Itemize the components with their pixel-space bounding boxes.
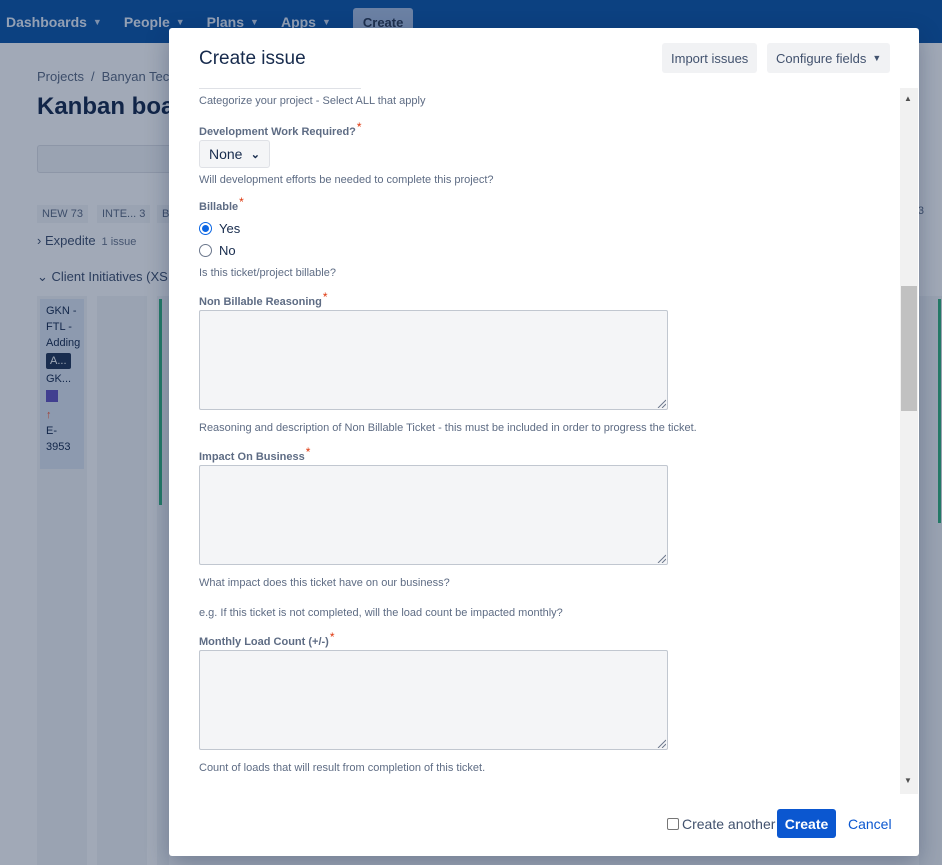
create-another-checkbox[interactable] [667, 818, 679, 830]
billable-yes-label: Yes [219, 221, 241, 236]
dialog-scrollbar[interactable]: ▲ ▼ [900, 88, 918, 794]
impact-textarea[interactable] [199, 465, 668, 565]
load-count-label-text: Monthly Load Count (+/-) [199, 636, 329, 648]
resize-grip-icon[interactable] [656, 398, 666, 408]
configure-fields-button[interactable]: Configure fields ▼ [767, 43, 891, 73]
load-count-label: Monthly Load Count (+/-)* [199, 630, 335, 648]
impact-help-text: What impact does this ticket have on our… [199, 577, 450, 589]
scroll-up-arrow-icon[interactable]: ▲ [904, 94, 912, 103]
chevron-down-icon: ⌄ [250, 148, 260, 161]
categorize-help-text: Categorize your project - Select ALL tha… [199, 95, 426, 107]
create-button[interactable]: Create [777, 809, 836, 838]
impact-label: Impact On Business* [199, 445, 310, 463]
impact-example-text: e.g. If this ticket is not completed, wi… [199, 607, 563, 619]
dev-work-help-text: Will development efforts be needed to co… [199, 174, 494, 186]
dialog-title: Create issue [199, 48, 306, 69]
required-marker: * [322, 290, 328, 304]
create-another-label: Create another [682, 816, 776, 832]
create-another-option[interactable]: Create another [667, 816, 775, 832]
billable-no-option[interactable]: No [199, 243, 236, 258]
import-issues-label: Import issues [671, 50, 749, 66]
billable-label: Billable* [199, 195, 244, 213]
create-issue-dialog: Create issue Import issues Configure fie… [169, 28, 919, 856]
required-marker: * [305, 445, 311, 459]
impact-label-text: Impact On Business [199, 451, 305, 463]
resize-grip-icon[interactable] [656, 553, 666, 563]
billable-help-text: Is this ticket/project billable? [199, 267, 336, 279]
configure-fields-label: Configure fields [776, 50, 867, 66]
billable-no-radio[interactable] [199, 244, 212, 257]
load-count-help-text: Count of loads that will result from com… [199, 762, 486, 774]
non-billable-label-text: Non Billable Reasoning [199, 296, 322, 308]
import-issues-button[interactable]: Import issues [662, 43, 758, 73]
resize-grip-icon[interactable] [656, 738, 666, 748]
dev-work-label-text: Development Work Required? [199, 126, 356, 138]
billable-label-text: Billable [199, 201, 239, 213]
non-billable-textarea[interactable] [199, 310, 668, 410]
non-billable-label: Non Billable Reasoning* [199, 290, 328, 308]
scroll-down-arrow-icon[interactable]: ▼ [904, 776, 912, 785]
dev-work-select[interactable]: None ⌄ [199, 140, 270, 168]
required-marker: * [329, 630, 335, 644]
scrollbar-thumb[interactable] [901, 286, 917, 411]
billable-no-label: No [219, 243, 236, 258]
dialog-form-body[interactable]: Categorize your project - Select ALL tha… [169, 88, 919, 794]
required-marker: * [239, 195, 244, 209]
billable-yes-option[interactable]: Yes [199, 221, 240, 236]
dev-work-value: None [209, 146, 243, 162]
non-billable-help-text: Reasoning and description of Non Billabl… [199, 422, 697, 434]
divider [199, 88, 361, 89]
load-count-textarea[interactable] [199, 650, 668, 750]
cancel-button[interactable]: Cancel [848, 816, 892, 832]
billable-yes-radio[interactable] [199, 222, 212, 235]
dev-work-label: Development Work Required?* [199, 120, 362, 138]
required-marker: * [356, 120, 362, 134]
chevron-down-icon: ▼ [872, 53, 882, 63]
